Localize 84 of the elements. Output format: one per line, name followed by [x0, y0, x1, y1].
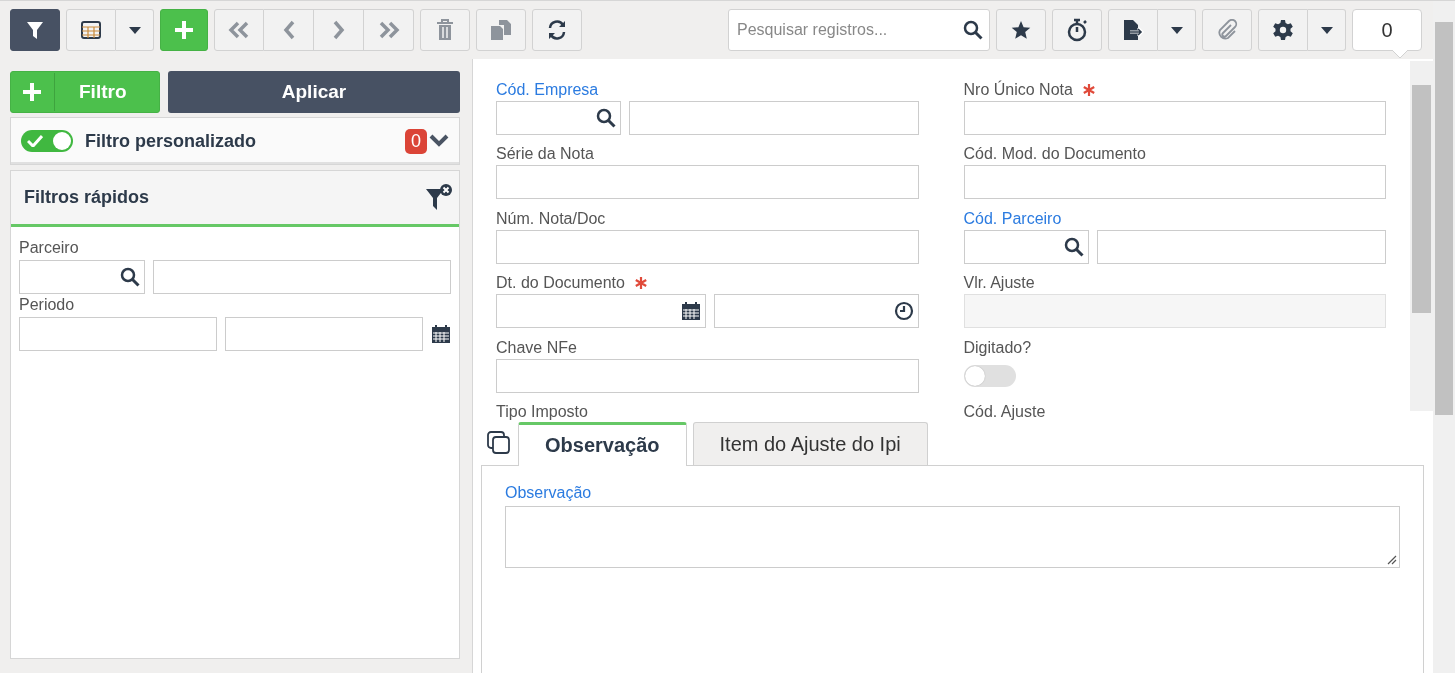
panel-title: Filtros rápidos [24, 187, 149, 208]
apply-button[interactable]: Aplicar [168, 71, 460, 113]
file-export-icon [1122, 19, 1144, 41]
field-label: Cód. Ajuste [963, 403, 1046, 421]
text-input[interactable] [496, 165, 919, 200]
code-input[interactable] [496, 101, 621, 135]
filter-button[interactable] [10, 9, 60, 51]
field-label: Observação [505, 484, 593, 502]
star-icon [1011, 20, 1031, 40]
field-link[interactable]: Cód. Parceiro [963, 209, 1062, 228]
settings-button[interactable] [1258, 9, 1308, 51]
description-input[interactable] [1096, 229, 1386, 264]
dropdown-button[interactable] [1158, 9, 1196, 51]
name-input[interactable] [153, 260, 451, 294]
refresh-icon [546, 19, 568, 41]
end-date-input[interactable] [225, 317, 423, 351]
field-label: Parceiro [19, 239, 80, 257]
grid-view-button[interactable] [66, 9, 116, 51]
field-link[interactable]: Cód. Empresa [496, 81, 599, 99]
search-icon [596, 108, 616, 128]
search-icon [1063, 236, 1084, 257]
dropdown-button[interactable] [116, 9, 154, 51]
text-input[interactable] [496, 229, 919, 264]
caret-down-icon [128, 26, 141, 34]
calendar-icon [431, 324, 451, 344]
toggle-switch[interactable] [21, 130, 73, 152]
text-input[interactable] [496, 358, 919, 393]
field-label: Nro Único Nota [963, 81, 1095, 99]
field-label: Núm. Nota/Doc [496, 209, 606, 228]
favorite-button[interactable] [996, 9, 1046, 51]
field-label: Tipo Imposto [496, 403, 588, 421]
gear-icon [1272, 19, 1294, 41]
tab[interactable]: Item do Ajuste do Ipi [692, 422, 928, 466]
count-badge: 0 [405, 128, 427, 154]
chevron-left-icon [281, 20, 296, 40]
clock-icon [893, 301, 914, 322]
form-scrollbar[interactable] [1410, 61, 1433, 411]
record-count: 0 [1352, 9, 1422, 51]
code-input[interactable] [963, 229, 1089, 264]
search-field[interactable]: Pesquisar registros... [728, 9, 990, 51]
chevron-right-icon [331, 20, 346, 40]
refresh-button[interactable] [532, 9, 582, 51]
table-icon [81, 21, 101, 39]
copy-icon [487, 431, 511, 455]
field-label: Digitado? [963, 338, 1032, 357]
add-button[interactable] [160, 9, 208, 51]
caret-down-icon [1170, 26, 1183, 34]
paperclip-icon [1216, 19, 1238, 41]
resize-handle-icon [1387, 555, 1397, 565]
field-label: Vlr. Ajuste [963, 274, 1035, 293]
search-input[interactable]: Pesquisar registros... [735, 20, 963, 40]
description-input[interactable] [629, 101, 919, 135]
calendar-icon [681, 301, 701, 322]
dropdown-button[interactable] [1308, 9, 1346, 51]
search-icon [963, 20, 983, 40]
field-label: Cód. Mod. do Documento [963, 145, 1146, 164]
chevron-down-icon [429, 134, 449, 148]
toggle-switch[interactable] [963, 364, 1016, 387]
plus-icon [174, 20, 194, 40]
text-input[interactable] [963, 165, 1386, 200]
start-date-input[interactable] [19, 317, 217, 351]
tab[interactable]: Observação [518, 422, 687, 466]
filter-label: Filtro personalizado [85, 130, 258, 152]
filter-icon [26, 20, 44, 40]
required-asterisk-icon [634, 277, 647, 290]
search-icon [120, 267, 140, 287]
timer-button[interactable] [1052, 9, 1102, 51]
date-input[interactable] [496, 294, 706, 329]
text-input[interactable] [963, 101, 1386, 135]
trash-icon [436, 19, 454, 41]
required-asterisk-icon [1082, 84, 1095, 96]
field-label: Chave NFe [496, 338, 577, 357]
export-button[interactable] [1108, 9, 1158, 51]
check-icon [27, 135, 43, 147]
field-label: Periodo [19, 296, 76, 314]
stopwatch-icon [1066, 18, 1088, 42]
time-input[interactable] [714, 294, 919, 329]
code-input[interactable] [19, 260, 145, 294]
copy-icon [490, 19, 512, 41]
field-label: Série da Nota [496, 145, 594, 164]
plus-icon [22, 82, 42, 102]
caret-down-icon [1320, 26, 1333, 34]
text-area[interactable] [505, 506, 1400, 568]
field-label: Dt. do Documento [496, 274, 647, 293]
